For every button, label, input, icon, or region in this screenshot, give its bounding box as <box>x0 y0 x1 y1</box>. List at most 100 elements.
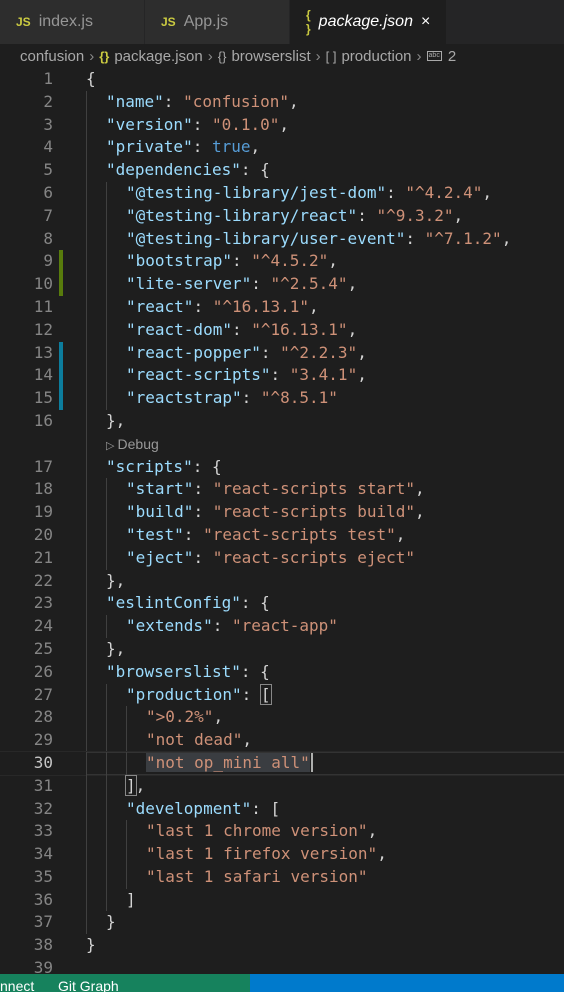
code-line[interactable]: 7 "@testing-library/react": "^9.3.2", <box>0 204 564 228</box>
play-icon: ▷ <box>106 439 118 452</box>
code-line[interactable]: 27 "production": [ <box>0 683 564 707</box>
added-lines-marker[interactable] <box>59 250 63 274</box>
code-line[interactable]: 22}, <box>0 569 564 593</box>
json-string: "^4.5.2" <box>251 251 329 271</box>
code-line[interactable]: 31], <box>0 774 564 798</box>
modified-lines-marker[interactable] <box>59 341 63 365</box>
code-line[interactable]: 32 "development": [ <box>0 797 564 821</box>
added-lines-marker[interactable] <box>59 273 63 296</box>
punctuation: : <box>192 114 212 134</box>
code-line[interactable]: 28 ">0.2%", <box>0 706 564 730</box>
code-line[interactable]: 30 "not op_mini all" <box>0 750 564 776</box>
code-line[interactable]: 3 "version": "0.1.0", <box>0 113 564 137</box>
line-number: 18 <box>33 479 53 499</box>
punctuation: , <box>250 137 261 157</box>
breadcrumb-node-index[interactable]: 2 <box>448 48 456 65</box>
code-line[interactable]: 33 "last 1 chrome version", <box>0 820 564 844</box>
remote-indicator[interactable] <box>0 974 250 992</box>
code-line[interactable]: 38} <box>0 934 564 957</box>
code-line[interactable]: 39 <box>0 957 564 974</box>
json-key: "extends" <box>126 616 213 636</box>
code-line[interactable]: 23 "eslintConfig": { <box>0 592 564 616</box>
punctuation: }, <box>106 410 126 430</box>
breadcrumb-file[interactable]: package.json <box>114 48 202 65</box>
code-line[interactable]: 11 "react": "^16.13.1", <box>0 295 564 319</box>
string-icon: abc <box>426 51 442 61</box>
indent-guide <box>126 865 127 889</box>
remote-connect-label[interactable]: nnect <box>0 977 34 992</box>
breadcrumb-folder[interactable]: confusion <box>20 48 84 65</box>
punctuation: : <box>193 296 213 316</box>
json-string: "^7.1.2" <box>424 228 502 248</box>
code-line[interactable]: 8 "@testing-library/user-event": "^7.1.2"… <box>0 227 564 251</box>
code-line[interactable]: 19 "build": "react-scripts build", <box>0 501 564 524</box>
code-text: "private": true, <box>106 136 260 159</box>
json-key: "bootstrap" <box>126 251 232 271</box>
punctuation: , <box>453 205 464 225</box>
code-line[interactable]: 14 "react-scripts": "3.4.1", <box>0 364 564 388</box>
code-text: "test": "react-scripts test", <box>126 524 405 547</box>
modified-lines-marker[interactable] <box>59 387 63 410</box>
code-line[interactable]: 29 "not dead", <box>0 729 564 752</box>
code-line[interactable]: 26 "browserslist": { <box>0 660 564 684</box>
code-line[interactable]: 16}, <box>0 409 564 433</box>
line-number: 11 <box>33 296 53 316</box>
code-line[interactable]: 2 "name": "confusion", <box>0 90 564 114</box>
code-line[interactable]: 10 "lite-server": "^2.5.4", <box>0 273 564 296</box>
code-line[interactable]: 17 "scripts": { <box>0 455 564 479</box>
debug-codelens[interactable]: ▷ Debug <box>106 433 159 458</box>
code-text: } <box>106 911 116 934</box>
git-graph-button[interactable]: Git Graph <box>58 977 119 992</box>
tab-package-json[interactable]: { } package.json × <box>290 0 447 44</box>
code-line[interactable]: 12 "react-dom": "^16.13.1", <box>0 318 564 342</box>
code-text: "browserslist": { <box>106 661 270 684</box>
code-line[interactable]: 37} <box>0 911 564 935</box>
code-line[interactable]: 4 "private": true, <box>0 136 564 160</box>
line-number: 13 <box>33 342 53 362</box>
code-line[interactable]: 15 "reactstrap": "^8.5.1" <box>0 387 564 410</box>
code-line[interactable]: 34 "last 1 firefox version", <box>0 843 564 866</box>
code-line[interactable]: 25}, <box>0 637 564 661</box>
json-string: "react-scripts eject" <box>212 547 415 567</box>
breadcrumb-node-production[interactable]: production <box>341 48 411 65</box>
breadcrumb-node-browserslist[interactable]: browserslist <box>231 48 310 65</box>
code-line[interactable]: 24 "extends": "react-app" <box>0 615 564 638</box>
code-text: ], <box>125 774 145 798</box>
punctuation: : <box>231 319 252 339</box>
chevron-right-icon: › <box>315 47 321 65</box>
indent-guide <box>106 204 107 228</box>
json-key: "lite-server" <box>126 274 252 294</box>
line-number: 30 <box>33 752 53 772</box>
code-text: { <box>86 68 96 91</box>
json-string: "^2.5.4" <box>270 274 348 294</box>
code-line[interactable]: 20 "test": "react-scripts test", <box>0 523 564 547</box>
indent-guide <box>86 409 87 433</box>
code-line[interactable]: 6 "@testing-library/jest-dom": "^4.2.4", <box>0 181 564 205</box>
json-string: "not dead" <box>146 730 243 750</box>
code-editor[interactable]: 1{2 "name": "confusion", 3 "version": "0.1.… <box>0 68 564 974</box>
codelens-row[interactable]: ▷ Debug <box>0 432 564 458</box>
punctuation: ] <box>126 889 136 909</box>
code-line[interactable]: 35 "last 1 safari version" <box>0 865 564 889</box>
tab-app-js[interactable]: JS App.js <box>145 0 290 44</box>
code-text: "name": "confusion", <box>106 91 299 114</box>
code-line[interactable]: 1{ <box>0 68 564 91</box>
punctuation: : <box>270 365 290 385</box>
modified-lines-marker[interactable] <box>59 364 63 388</box>
tab-index-js[interactable]: JS index.js <box>0 0 145 44</box>
line-number: 28 <box>33 707 53 727</box>
code-line[interactable]: 18 "start": "react-scripts start", <box>0 478 564 502</box>
json-string: "^16.13.1" <box>251 319 348 339</box>
punctuation: , <box>377 844 387 864</box>
code-line[interactable]: 5 "dependencies": { <box>0 159 564 182</box>
code-line[interactable]: 13 "react-popper": "^2.2.3", <box>0 341 564 365</box>
code-line[interactable]: 9 "bootstrap": "^4.5.2", <box>0 250 564 274</box>
indent-guide <box>106 706 107 730</box>
punctuation: , <box>309 296 319 316</box>
punctuation: , <box>482 182 493 202</box>
punctuation: : <box>193 547 213 567</box>
close-icon[interactable]: × <box>421 13 430 31</box>
indent-guide <box>106 181 107 205</box>
code-line[interactable]: 21 "eject": "react-scripts eject" <box>0 546 564 570</box>
code-line[interactable]: 36] <box>0 888 564 912</box>
